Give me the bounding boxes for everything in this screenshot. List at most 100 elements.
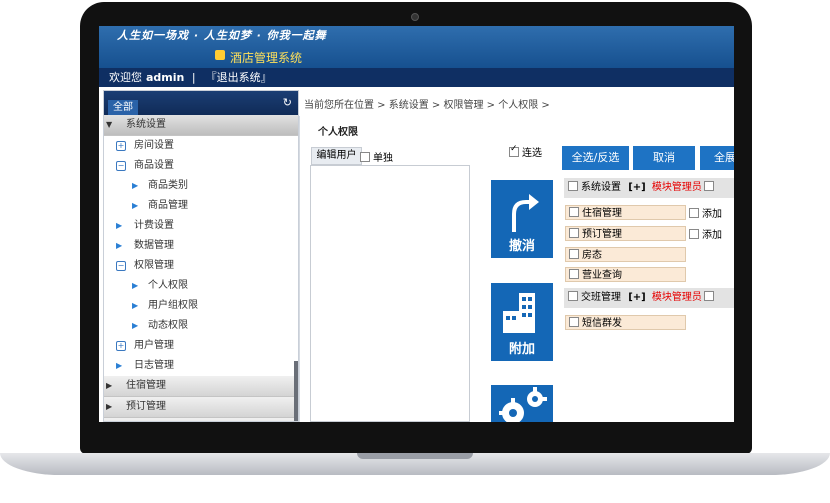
user-list[interactable]	[310, 165, 470, 422]
add-checkbox[interactable]	[689, 208, 699, 218]
cancel-button[interactable]: 取消	[633, 146, 695, 170]
tab-edit-user[interactable]: 编辑用户	[311, 147, 362, 165]
camera-icon	[411, 13, 419, 21]
single-option[interactable]: 单独	[360, 149, 393, 164]
single-checkbox[interactable]	[360, 152, 370, 162]
select-invert-button[interactable]: 全选/反选	[562, 146, 629, 170]
sidebar-item-data-management[interactable]: ▶ 数据管理	[104, 236, 298, 256]
system-title: 酒店管理系统	[230, 51, 303, 65]
module-name: 交班管理	[581, 292, 621, 303]
perm-item[interactable]: 预订管理	[565, 226, 686, 241]
sidebar-group-lodging[interactable]: ▶ 住宿管理	[104, 376, 298, 397]
collapse-minus-icon[interactable]: −	[116, 161, 126, 171]
triangle-right-icon: ▶	[106, 418, 112, 421]
caret-right-icon: ▶	[132, 301, 139, 310]
sidebar-item-group-permission[interactable]: ▶ 用户组权限	[104, 296, 298, 316]
settings-button[interactable]	[491, 385, 553, 422]
sidebar-group-reservation[interactable]: ▶ 预订管理	[104, 397, 298, 418]
permission-panel: 个人权限 编辑用户 单独 连选 全选/反选 取消 全展 撤消 附加	[299, 116, 734, 422]
expand-plus-icon[interactable]: +	[116, 341, 126, 351]
sidebar-group-label: 住宿管理	[126, 380, 166, 391]
perm-checkbox[interactable]	[569, 317, 579, 327]
continuous-label: 连选	[522, 148, 542, 159]
caret-right-icon: ▶	[116, 221, 123, 230]
sidebar-group-system-settings[interactable]: ▼ 系统设置	[104, 115, 298, 136]
sidebar-item-label: 用户组权限	[148, 300, 198, 311]
expand-all-button[interactable]: 全展	[700, 146, 734, 170]
laptop-notch	[357, 453, 473, 459]
triangle-right-icon: ▶	[106, 402, 113, 411]
sidebar-item-label: 计费设置	[134, 220, 174, 231]
add-label: 添加	[702, 230, 722, 241]
caret-right-icon: ▶	[132, 181, 139, 190]
caret-right-icon: ▶	[116, 241, 123, 250]
single-label: 单独	[373, 153, 393, 164]
sidebar-item-label: 动态权限	[148, 320, 188, 331]
caret-right-icon: ▶	[132, 321, 139, 330]
add-option[interactable]: 添加	[689, 226, 722, 241]
sidebar-item-label: 商品设置	[134, 160, 174, 171]
tab-all[interactable]: 全部	[108, 100, 138, 115]
sidebar-group-label: 预订管理	[126, 401, 166, 412]
sidebar-item-goods-category[interactable]: ▶ 商品类别	[104, 176, 298, 196]
sidebar-item-label: 商品类别	[148, 180, 188, 191]
perm-item[interactable]: 房态	[565, 247, 686, 262]
revoke-button[interactable]: 撤消	[491, 180, 553, 258]
logo: 人生如一场戏 · 人生如梦 · 你我一起舞	[117, 29, 327, 42]
sidebar-item-personal-permission[interactable]: ▶ 个人权限	[104, 276, 298, 296]
expand-plus-icon[interactable]: +	[116, 141, 126, 151]
append-label: 附加	[508, 342, 535, 357]
sidebar-item-goods-management[interactable]: ▶ 商品管理	[104, 196, 298, 216]
app-header: 人生如一场戏 · 人生如梦 · 你我一起舞 酒店管理系统	[99, 26, 734, 68]
module-admin-checkbox[interactable]	[703, 181, 714, 191]
module-admin-label: 模块管理员	[651, 292, 702, 303]
sidebar-group-room-status[interactable]: ▶ 房态	[104, 418, 298, 421]
module-admin-label: 模块管理员	[651, 182, 702, 193]
sidebar-item-goods-settings[interactable]: − 商品设置	[104, 156, 298, 176]
perm-item[interactable]: 住宿管理	[565, 205, 686, 220]
perm-checkbox[interactable]	[569, 228, 579, 238]
logout-link[interactable]: 『退出系统』	[206, 71, 272, 84]
module-admin-checkbox[interactable]	[703, 291, 714, 301]
sidebar-item-billing-settings[interactable]: ▶ 计费设置	[104, 216, 298, 236]
add-option[interactable]: 添加	[689, 205, 722, 220]
caret-right-icon: ▶	[132, 201, 139, 210]
module-expand[interactable]: [+]	[628, 292, 646, 303]
module-checkbox[interactable]	[568, 291, 578, 301]
module-header-system-settings[interactable]: 系统设置 [+] 模块管理员	[564, 178, 734, 198]
perm-label: 营业查询	[582, 270, 622, 281]
refresh-icon[interactable]: ↻	[283, 96, 292, 109]
add-checkbox[interactable]	[689, 229, 699, 239]
sidebar-item-label: 日志管理	[134, 360, 174, 371]
module-header-shift-management[interactable]: 交班管理 [+] 模块管理员	[564, 288, 734, 308]
module-name: 系统设置	[581, 182, 621, 193]
sidebar-item-log-management[interactable]: ▶ 日志管理	[104, 356, 298, 376]
caret-right-icon: ▶	[116, 361, 123, 370]
collapse-minus-icon[interactable]: −	[116, 261, 126, 271]
caret-right-icon: ▶	[132, 281, 139, 290]
perm-label: 预订管理	[582, 229, 622, 240]
sidebar-item-label: 商品管理	[148, 200, 188, 211]
perm-label: 住宿管理	[582, 208, 622, 219]
perm-item[interactable]: 短信群发	[565, 315, 686, 330]
perm-label: 短信群发	[582, 318, 622, 329]
continuous-checkbox[interactable]	[509, 144, 519, 157]
sidebar-scrollbar[interactable]	[294, 361, 298, 421]
module-checkbox[interactable]	[568, 181, 578, 191]
perm-checkbox[interactable]	[569, 249, 579, 259]
perm-checkbox[interactable]	[569, 269, 579, 279]
perm-item[interactable]: 营业查询	[565, 267, 686, 282]
module-expand[interactable]: [+]	[628, 182, 646, 193]
continuous-option[interactable]: 连选	[509, 144, 542, 159]
perm-checkbox[interactable]	[569, 207, 579, 217]
sidebar-item-permission-management[interactable]: − 权限管理	[104, 256, 298, 276]
add-label: 添加	[702, 209, 722, 220]
sidebar-item-label: 权限管理	[134, 260, 174, 271]
sidebar-item-label: 个人权限	[148, 280, 188, 291]
append-button[interactable]: 附加	[491, 283, 553, 361]
sidebar-item-dynamic-permission[interactable]: ▶ 动态权限	[104, 316, 298, 336]
sidebar-item-room-settings[interactable]: + 房间设置	[104, 136, 298, 156]
building-icon	[503, 293, 535, 333]
sidebar-item-user-management[interactable]: + 用户管理	[104, 336, 298, 356]
sidebar-item-label: 用户管理	[134, 340, 174, 351]
